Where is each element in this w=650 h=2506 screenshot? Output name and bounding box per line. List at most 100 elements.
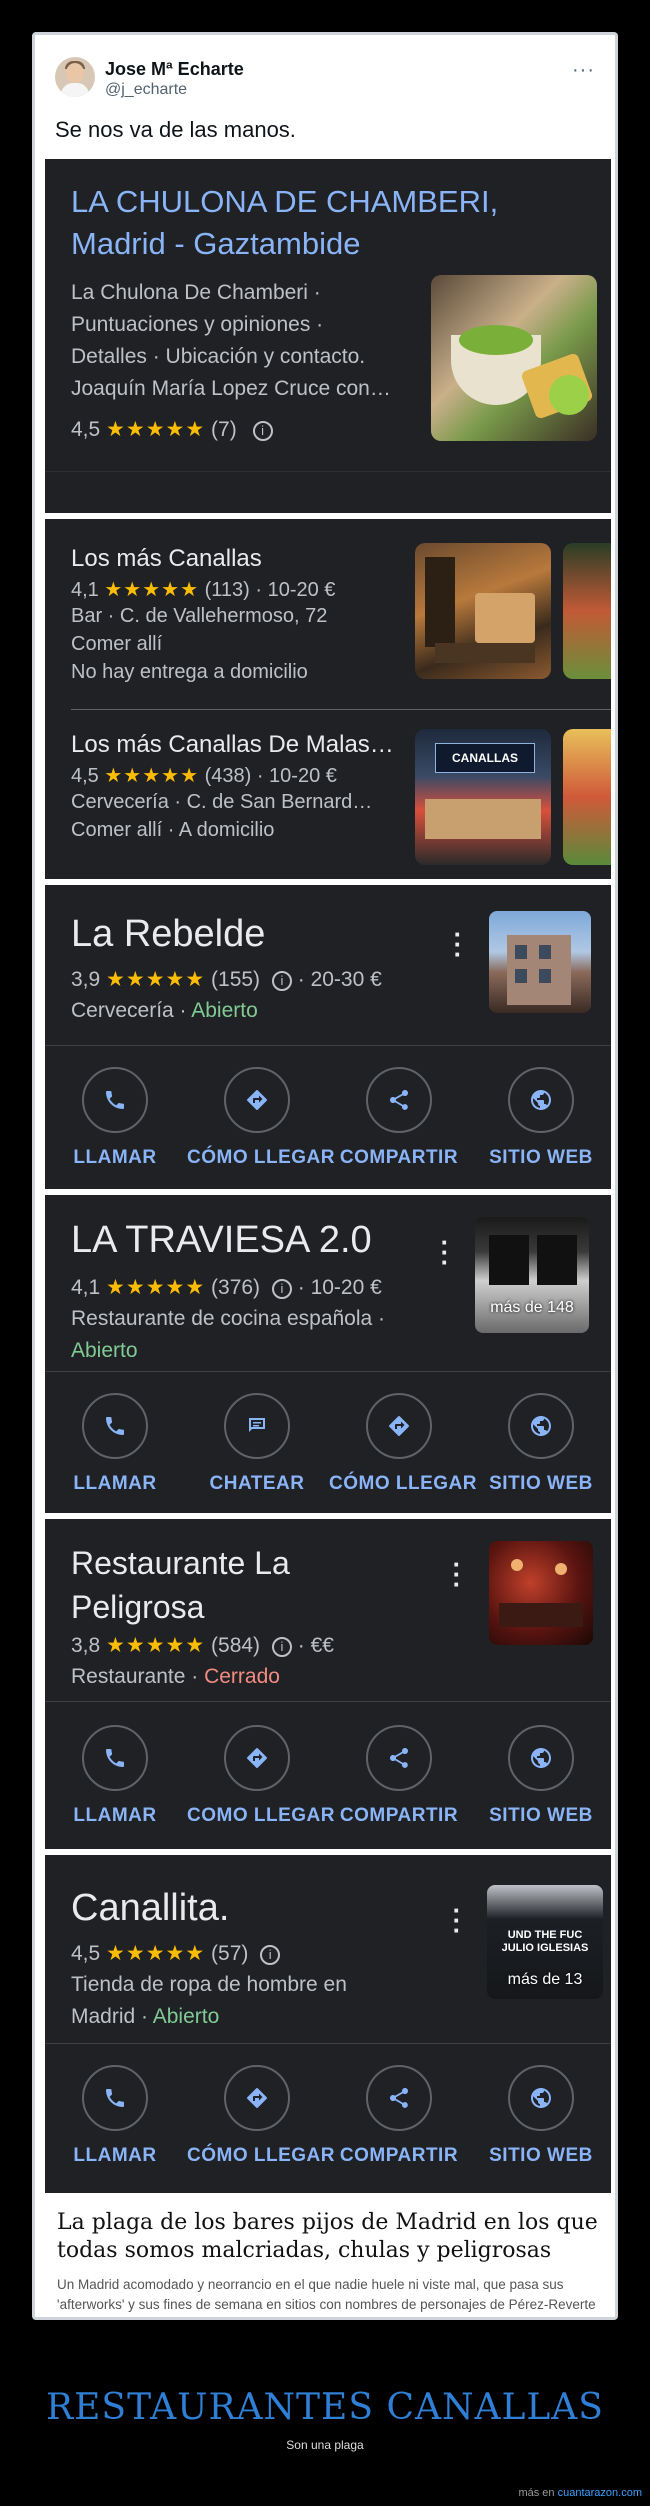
more-vert-icon[interactable]: · · · xyxy=(449,1897,465,1943)
place-photo[interactable] xyxy=(563,543,611,679)
share-button[interactable]: COMPARTIR xyxy=(329,2065,469,2167)
place-sign: CANALLAS xyxy=(435,743,535,773)
phone-icon xyxy=(106,1749,124,1767)
avatar[interactable] xyxy=(55,57,95,97)
action-label: LLAMAR xyxy=(73,1473,157,1494)
info-icon[interactable]: i xyxy=(252,421,273,441)
business-category: Restaurante de cocina española · xyxy=(71,1307,386,1330)
rating-stars: ★★★★★ xyxy=(106,418,206,441)
place-photo[interactable] xyxy=(415,543,551,679)
call-button[interactable]: LLAMAR xyxy=(45,2065,185,2167)
action-label: LLAMAR xyxy=(73,1147,157,1168)
share-button[interactable]: COMPARTIR xyxy=(329,1725,469,1827)
review-count-price: (113) · 10-20 € xyxy=(204,579,336,601)
result-snippet-line: Puntuaciones y opiniones · xyxy=(71,313,324,336)
business-photo[interactable]: UND THE FUC JULIO IGLESIAS más de 13 xyxy=(487,1885,603,1999)
directions-button[interactable]: CÓMO LLEGAR xyxy=(187,2065,335,2167)
website-button[interactable]: SITIO WEB xyxy=(471,2065,611,2167)
business-category-line2: Madrid · Abierto xyxy=(71,2005,220,2028)
business-name[interactable]: Canallita. xyxy=(71,1885,229,1931)
business-name[interactable]: La Rebelde xyxy=(71,911,265,957)
rating-value: 3,9 xyxy=(71,968,101,991)
action-label: COMPARTIR xyxy=(339,1147,459,1168)
review-count: (376) xyxy=(211,1276,261,1299)
call-button[interactable]: LLAMAR xyxy=(45,1725,185,1827)
action-label: COMPARTIR xyxy=(339,1805,459,1826)
business-photo[interactable] xyxy=(489,1541,593,1645)
place-delivery: No hay entrega a domicilio xyxy=(71,661,308,683)
rating-value: 4,1 xyxy=(71,1276,101,1299)
more-horizontal-icon[interactable]: ··· xyxy=(572,59,595,82)
business-rating: 4,1 ★★★★★ (376) i · 10-20 € xyxy=(71,1275,382,1300)
action-label: SITIO WEB xyxy=(489,1473,593,1494)
action-label: CÓMO LLEGAR xyxy=(329,1473,477,1494)
action-label: COMO LLEGAR xyxy=(187,1805,335,1826)
business-category: Cervecería · Abierto xyxy=(71,999,258,1022)
info-icon[interactable]: i xyxy=(271,1637,292,1657)
footer-link[interactable]: cuantarazon.com xyxy=(558,2487,642,2499)
business-photo[interactable] xyxy=(489,911,591,1013)
share-button[interactable]: COMPARTIR xyxy=(329,1067,469,1169)
phone-icon xyxy=(106,2089,124,2107)
globe-icon xyxy=(531,2088,551,2108)
tweet-author-handle[interactable]: @j_echarte xyxy=(105,81,187,99)
directions-button[interactable]: CÓMO LLEGAR xyxy=(187,1067,335,1169)
open-status: Abierto xyxy=(191,999,258,1022)
directions-icon xyxy=(247,1090,267,1110)
place-rating: 4,5 ★★★★★ (438) · 10-20 € xyxy=(71,763,337,788)
tweet-header: Jose Mª Echarte @j_echarte ··· xyxy=(55,57,595,105)
more-vert-icon[interactable]: · · · xyxy=(450,921,466,967)
website-button[interactable]: SITIO WEB xyxy=(471,1725,611,1827)
business-card-la-traviesa: LA TRAVIESA 2.0 4,1 ★★★★★ (376) i · 10-2… xyxy=(45,1195,611,1513)
local-results-panel: Los más Canallas 4,1 ★★★★★ (113) · 10-20… xyxy=(45,519,611,879)
directions-icon xyxy=(247,1748,267,1768)
share-icon xyxy=(390,1748,408,1768)
place-title[interactable]: Los más Canallas xyxy=(71,545,262,573)
place-photo[interactable]: CANALLAS xyxy=(415,729,551,865)
photo-count: más de 13 xyxy=(507,1971,583,1988)
chat-button[interactable]: CHATEAR xyxy=(187,1393,327,1495)
more-vert-icon[interactable]: · · · xyxy=(437,1229,453,1275)
directions-button[interactable]: CÓMO LLEGAR xyxy=(329,1393,477,1495)
rating-stars: ★★★★★ xyxy=(106,1276,206,1299)
business-card-la-rebelde: La Rebelde 3,9 ★★★★★ (155) i · 20-30 € C… xyxy=(45,885,611,1189)
directions-icon xyxy=(247,2088,267,2108)
rating-stars: ★★★★★ xyxy=(106,968,206,991)
review-count: (57) xyxy=(211,1942,249,1965)
business-category: Restaurante · Cerrado xyxy=(71,1665,280,1688)
closed-status: Cerrado xyxy=(204,1665,280,1688)
rating-value: 4,1 xyxy=(71,579,99,601)
website-button[interactable]: SITIO WEB xyxy=(471,1067,611,1169)
business-name[interactable]: Restaurante La Peligrosa xyxy=(71,1541,290,1629)
place-address: Cervecería · C. de San Bernard… xyxy=(71,791,373,813)
place-service: Comer allí xyxy=(71,633,163,655)
action-label: LLAMAR xyxy=(73,2145,157,2166)
website-button[interactable]: SITIO WEB xyxy=(471,1393,611,1495)
place-title[interactable]: Los más Canallas De Malas… xyxy=(71,731,394,759)
more-vert-icon[interactable]: · · · xyxy=(449,1551,465,1597)
business-card-la-peligrosa: Restaurante La Peligrosa 3,8 ★★★★★ (584)… xyxy=(45,1519,611,1849)
shirt-print: UND THE FUC JULIO IGLESIAS xyxy=(501,1929,589,1954)
review-count-price: (438) · 10-20 € xyxy=(204,765,337,787)
place-photo[interactable] xyxy=(563,729,611,865)
price-range: · €€ xyxy=(297,1634,334,1657)
result-title-link[interactable]: LA CHULONA DE CHAMBERI, Madrid - Gaztamb… xyxy=(71,181,591,265)
share-icon xyxy=(390,2088,408,2108)
action-label: CÓMO LLEGAR xyxy=(187,2145,335,2166)
review-count: (7) xyxy=(211,418,237,441)
business-photo[interactable]: más de 148 xyxy=(475,1217,589,1333)
globe-icon xyxy=(531,1748,551,1768)
business-name[interactable]: LA TRAVIESA 2.0 xyxy=(71,1217,372,1263)
caption-description: Un Madrid acomodado y neorrancio en el q… xyxy=(57,2277,596,2312)
result-thumbnail[interactable] xyxy=(431,275,597,441)
post-card: Jose Mª Echarte @j_echarte ··· Se nos va… xyxy=(32,32,618,2320)
call-button[interactable]: LLAMAR xyxy=(45,1393,185,1495)
info-icon[interactable]: i xyxy=(260,1945,281,1965)
rating-value: 4,5 xyxy=(71,765,99,787)
call-button[interactable]: LLAMAR xyxy=(45,1067,185,1169)
info-icon[interactable]: i xyxy=(271,1279,292,1299)
info-icon[interactable]: i xyxy=(271,971,292,991)
action-label: SITIO WEB xyxy=(489,1147,593,1168)
directions-button[interactable]: COMO LLEGAR xyxy=(187,1725,335,1827)
tweet-author-name[interactable]: Jose Mª Echarte xyxy=(105,59,244,80)
